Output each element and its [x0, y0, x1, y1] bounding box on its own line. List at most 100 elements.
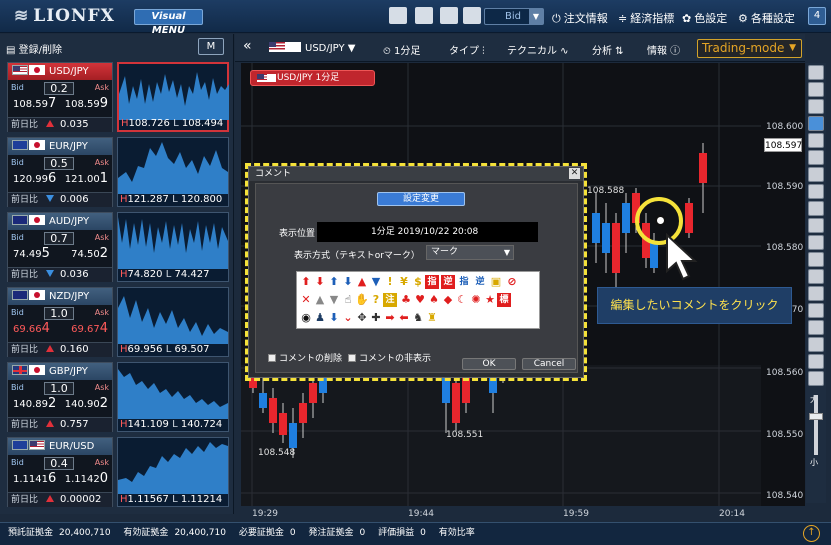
timeframe-selector[interactable]: ⏲ 1分足 [383, 42, 420, 57]
limit-mark-red[interactable]: 指 [425, 275, 439, 289]
rate-card[interactable]: EUR/USD Bid Ask 0.4 1.11416 1.11420 前日比 0… [7, 437, 113, 507]
fan-tool-icon[interactable] [808, 252, 824, 267]
blue-up-arrow-icon[interactable]: ⬆ [327, 275, 341, 289]
pointer-icon[interactable]: ☝ [341, 293, 355, 307]
exclamation-icon[interactable]: ! [383, 275, 397, 289]
vline-tool-icon[interactable] [808, 184, 824, 199]
spade-icon[interactable]: ♠ [427, 293, 441, 307]
rate-card[interactable]: GBP/JPY Bid Ask 1.0 140.892 140.902 前日比 0… [7, 362, 113, 432]
ask-button[interactable]: 74.502 [71, 246, 108, 261]
stop-mark-blue[interactable]: 逆 [473, 275, 487, 289]
economic-link[interactable]: ≑ 経済指標 [618, 10, 674, 26]
register-button[interactable]: ▤ 登録/削除 [6, 41, 62, 56]
comment-mark[interactable] [655, 215, 666, 226]
gray-up-icon[interactable]: ▲ [313, 293, 327, 307]
hide-comment-checkbox[interactable]: コメントの非表示 [348, 351, 431, 364]
close-icon[interactable]: ✕ [569, 168, 580, 179]
blue-triangle-down-icon[interactable]: ▼ [369, 275, 383, 289]
sun-icon[interactable]: ✺ [469, 293, 483, 307]
ok-button[interactable]: OK [462, 358, 516, 370]
diamond-icon[interactable]: ◆ [441, 293, 455, 307]
pair-card-eurusd[interactable]: EUR/USD Bid Ask 0.4 1.11416 1.11420 前日比 0… [7, 437, 229, 507]
ask-button[interactable]: 108.599 [65, 96, 108, 111]
bid-button[interactable]: 69.664 [13, 321, 50, 336]
scroll-top-button[interactable]: ↑ [803, 525, 820, 542]
limit-mark-blue[interactable]: 指 [457, 275, 471, 289]
crosshair-tool-icon[interactable] [808, 82, 824, 97]
bid-button[interactable]: 120.996 [13, 171, 56, 186]
no-mark-icon[interactable]: ⊘ [505, 275, 519, 289]
bid-button[interactable]: 74.495 [13, 246, 50, 261]
red-left-arrow-icon[interactable]: ⬅ [397, 311, 411, 325]
pen-tool-icon[interactable] [808, 116, 824, 131]
chart-pair-tab[interactable]: USD/JPY 1分足 [250, 70, 375, 86]
notification-button[interactable]: 4 [808, 7, 826, 25]
pair-selector[interactable]: USD/JPY ▼ [269, 42, 355, 54]
cross-icon[interactable]: ✕ [299, 293, 313, 307]
cancel-button[interactable]: Cancel [522, 358, 576, 370]
print-icon[interactable] [440, 7, 458, 24]
red-right-arrow-icon[interactable]: ➡ [383, 311, 397, 325]
cursor-tool-icon[interactable] [808, 65, 824, 80]
save-icon[interactable] [463, 7, 481, 24]
delete-tool-icon[interactable] [808, 371, 824, 386]
zoom-tool-icon[interactable] [808, 99, 824, 114]
import-icon[interactable] [415, 7, 433, 24]
fib-tool-icon[interactable] [808, 201, 824, 216]
technical-button[interactable]: テクニカル ∿ [507, 42, 569, 57]
wave-tool-icon[interactable] [808, 218, 824, 233]
display-mode-select[interactable]: マーク ▼ [426, 245, 514, 260]
pair-card-eurjpy[interactable]: EUR/JPY Bid Ask 0.5 120.996 121.001 前日比 0… [7, 137, 229, 207]
star-icon[interactable]: ★ [483, 293, 497, 307]
move-icon[interactable]: ✥ [355, 311, 369, 325]
visual-menu-button[interactable]: Visual MENU [134, 9, 203, 36]
hand-icon[interactable]: ✋ [355, 293, 369, 307]
note-mark[interactable]: 注 [383, 293, 397, 307]
hline-tool-icon[interactable] [808, 167, 824, 182]
rate-card[interactable]: AUD/JPY Bid Ask 0.7 74.495 74.502 前日比 0.0… [7, 212, 113, 282]
selected-mark-icon[interactable]: ◉ [299, 311, 313, 325]
stop-mark-red[interactable]: 逆 [441, 275, 455, 289]
blue-down-arrow-icon[interactable]: ⬇ [341, 275, 355, 289]
grid-tool-icon[interactable] [808, 286, 824, 301]
bid-button[interactable]: 108.597 [13, 96, 56, 111]
target-mark[interactable]: 標 [497, 293, 511, 307]
stats-mark-icon[interactable]: ▣ [489, 275, 503, 289]
m-toggle-button[interactable]: M [198, 38, 224, 55]
moon-icon[interactable]: ☾ [455, 293, 469, 307]
arc-tool-icon[interactable] [808, 269, 824, 284]
price-type-select[interactable]: Bid ▼ [484, 8, 544, 25]
blue-arrow-down-icon[interactable]: ⬇ [327, 311, 341, 325]
orders-link[interactable]: ⏻ 注文情報 [552, 10, 608, 26]
person-icon[interactable]: ♟ [313, 311, 327, 325]
ask-button[interactable]: 69.674 [71, 321, 108, 336]
rate-card[interactable]: NZD/JPY Bid Ask 1.0 69.664 69.674 前日比 0.1… [7, 287, 113, 357]
color-settings-link[interactable]: ✿ 色設定 [682, 10, 727, 26]
zoom-slider-handle[interactable] [809, 413, 823, 420]
ask-button[interactable]: 140.902 [65, 396, 108, 411]
yen-icon[interactable]: ¥ [397, 275, 411, 289]
rate-card[interactable]: USD/JPY Bid Ask 0.2 108.597 108.599 前日比 0… [7, 62, 113, 132]
heart-icon[interactable]: ♥ [413, 293, 427, 307]
ask-button[interactable]: 121.001 [65, 171, 108, 186]
pair-card-gbpjpy[interactable]: GBP/JPY Bid Ask 1.0 140.892 140.902 前日比 0… [7, 362, 229, 432]
info-button[interactable]: 情報 ⓘ [647, 42, 680, 57]
mini-chart[interactable]: H108.726 L 108.494 [117, 62, 229, 132]
channel-tool-icon[interactable] [808, 235, 824, 250]
red-down-arrow-icon[interactable]: ⬇ [313, 275, 327, 289]
chart-type-button[interactable]: タイプ ⫶ [449, 42, 485, 57]
mini-chart[interactable]: H74.820 L 74.427 [117, 212, 229, 282]
zoom-slider[interactable] [814, 395, 818, 455]
mini-chart[interactable]: H1.11567 L 1.11214 [117, 437, 229, 507]
chevron-mark-icon[interactable]: ⌄ [341, 311, 355, 325]
club-icon[interactable]: ♣ [399, 293, 413, 307]
delete-comment-checkbox[interactable]: コメントの削除 [268, 351, 342, 364]
bear-icon[interactable]: ♞ [411, 311, 425, 325]
red-triangle-up-icon[interactable]: ▲ [355, 275, 369, 289]
pitchfork-tool-icon[interactable] [808, 303, 824, 318]
export-icon[interactable] [389, 7, 407, 24]
change-settings-button[interactable]: 設定変更 [377, 192, 465, 206]
collapse-panel-icon[interactable]: « [243, 38, 252, 54]
ask-button[interactable]: 1.11420 [65, 471, 108, 486]
rate-card[interactable]: EUR/JPY Bid Ask 0.5 120.996 121.001 前日比 0… [7, 137, 113, 207]
